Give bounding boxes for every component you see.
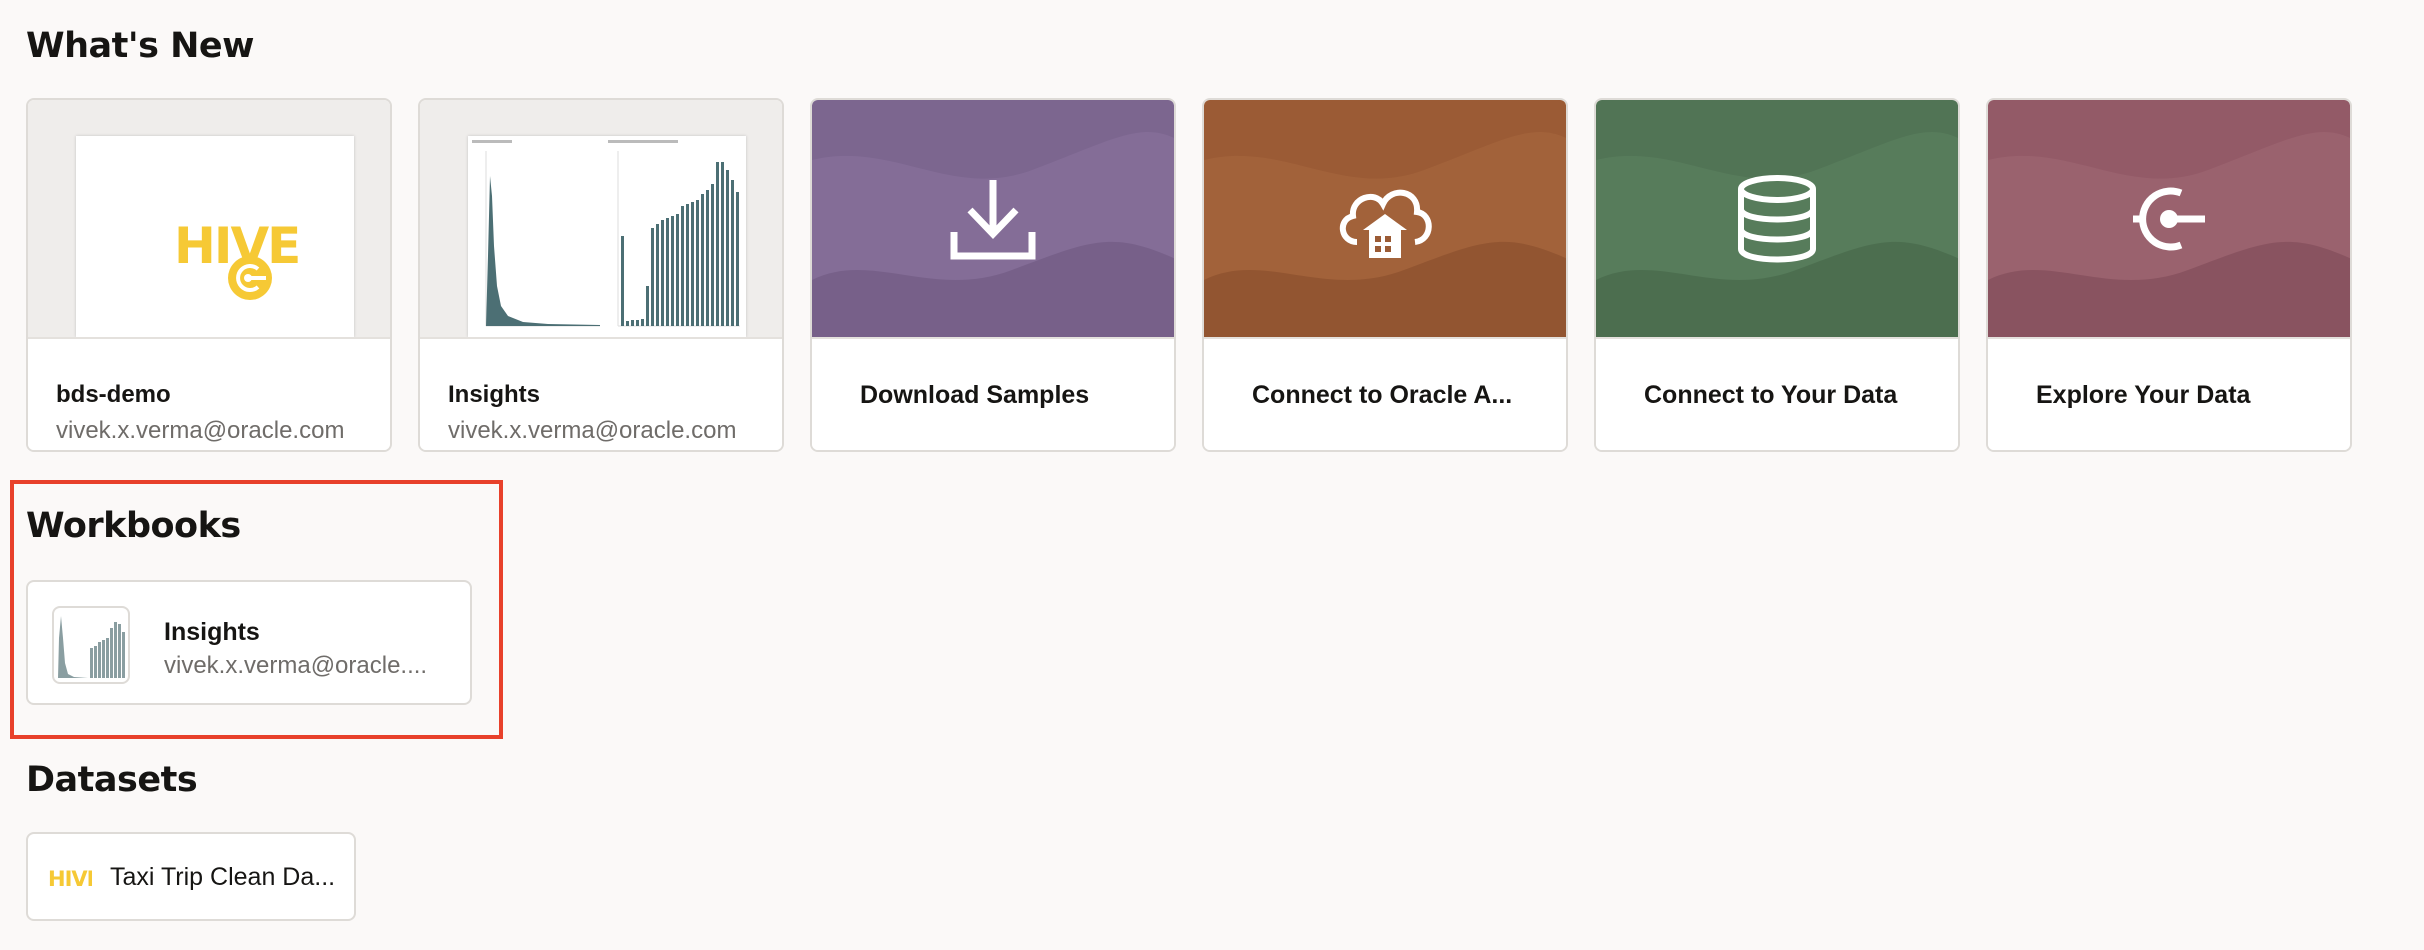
whats-new-card-connect-oracle[interactable]: Connect to Oracle A... [1202, 98, 1568, 452]
whats-new-card-connect-your-data[interactable]: Connect to Your Data [1594, 98, 1960, 452]
chart-thumbnail-icon [472, 140, 740, 327]
datasets-heading: Datasets [26, 760, 198, 800]
card-owner: vivek.x.verma@oracle.com [56, 417, 345, 444]
card-title: Connect to Oracle A... [1252, 381, 1513, 409]
whats-new-card-bds-demo[interactable]: HIVE bds-demo vivek.x.verma@oracle.com [26, 98, 392, 452]
workbooks-heading: Workbooks [26, 506, 241, 546]
explore-icon [2133, 187, 2205, 250]
card-title: Insights [448, 381, 541, 408]
chart-thumbnail [468, 136, 746, 337]
whats-new-card-download-samples[interactable]: Download Samples [810, 98, 1176, 452]
card-thumbnail [1204, 100, 1566, 337]
chart-thumbnail-icon [58, 616, 125, 678]
card-thumbnail: HIVE [28, 100, 390, 337]
card-thumbnail [812, 100, 1174, 337]
hive-thumbnail: HIVE [76, 136, 354, 337]
svg-text:HIVE: HIVE [48, 867, 92, 891]
workbook-thumbnail [52, 606, 130, 684]
cloud-warehouse-icon [1340, 189, 1432, 258]
whats-new-card-insights[interactable]: Insights vivek.x.verma@oracle.com [418, 98, 784, 452]
card-owner: vivek.x.verma@oracle.com [448, 417, 737, 444]
hive-logo-icon: HIVE [48, 867, 92, 891]
card-thumbnail [420, 100, 782, 337]
workbook-card-insights[interactable]: Insights vivek.x.verma@oracle.... [26, 580, 472, 705]
card-title: Connect to Your Data [1644, 381, 1898, 409]
card-thumbnail [1596, 100, 1958, 337]
dataset-title: Taxi Trip Clean Da... [110, 863, 336, 891]
workbook-owner: vivek.x.verma@oracle.... [164, 652, 428, 679]
card-title: bds-demo [56, 381, 171, 408]
whats-new-heading: What's New [26, 26, 254, 66]
card-title: Download Samples [860, 381, 1090, 409]
whats-new-card-explore-your-data[interactable]: Explore Your Data [1986, 98, 2352, 452]
dataset-card-taxi-trip[interactable]: HIVE Taxi Trip Clean Da... [26, 832, 356, 921]
download-icon [950, 179, 1036, 259]
card-title: Explore Your Data [2036, 381, 2251, 409]
hive-logo-icon: HIVE [174, 217, 301, 300]
database-icon [1738, 174, 1816, 262]
workbook-title: Insights [164, 618, 260, 646]
card-thumbnail [1988, 100, 2350, 337]
